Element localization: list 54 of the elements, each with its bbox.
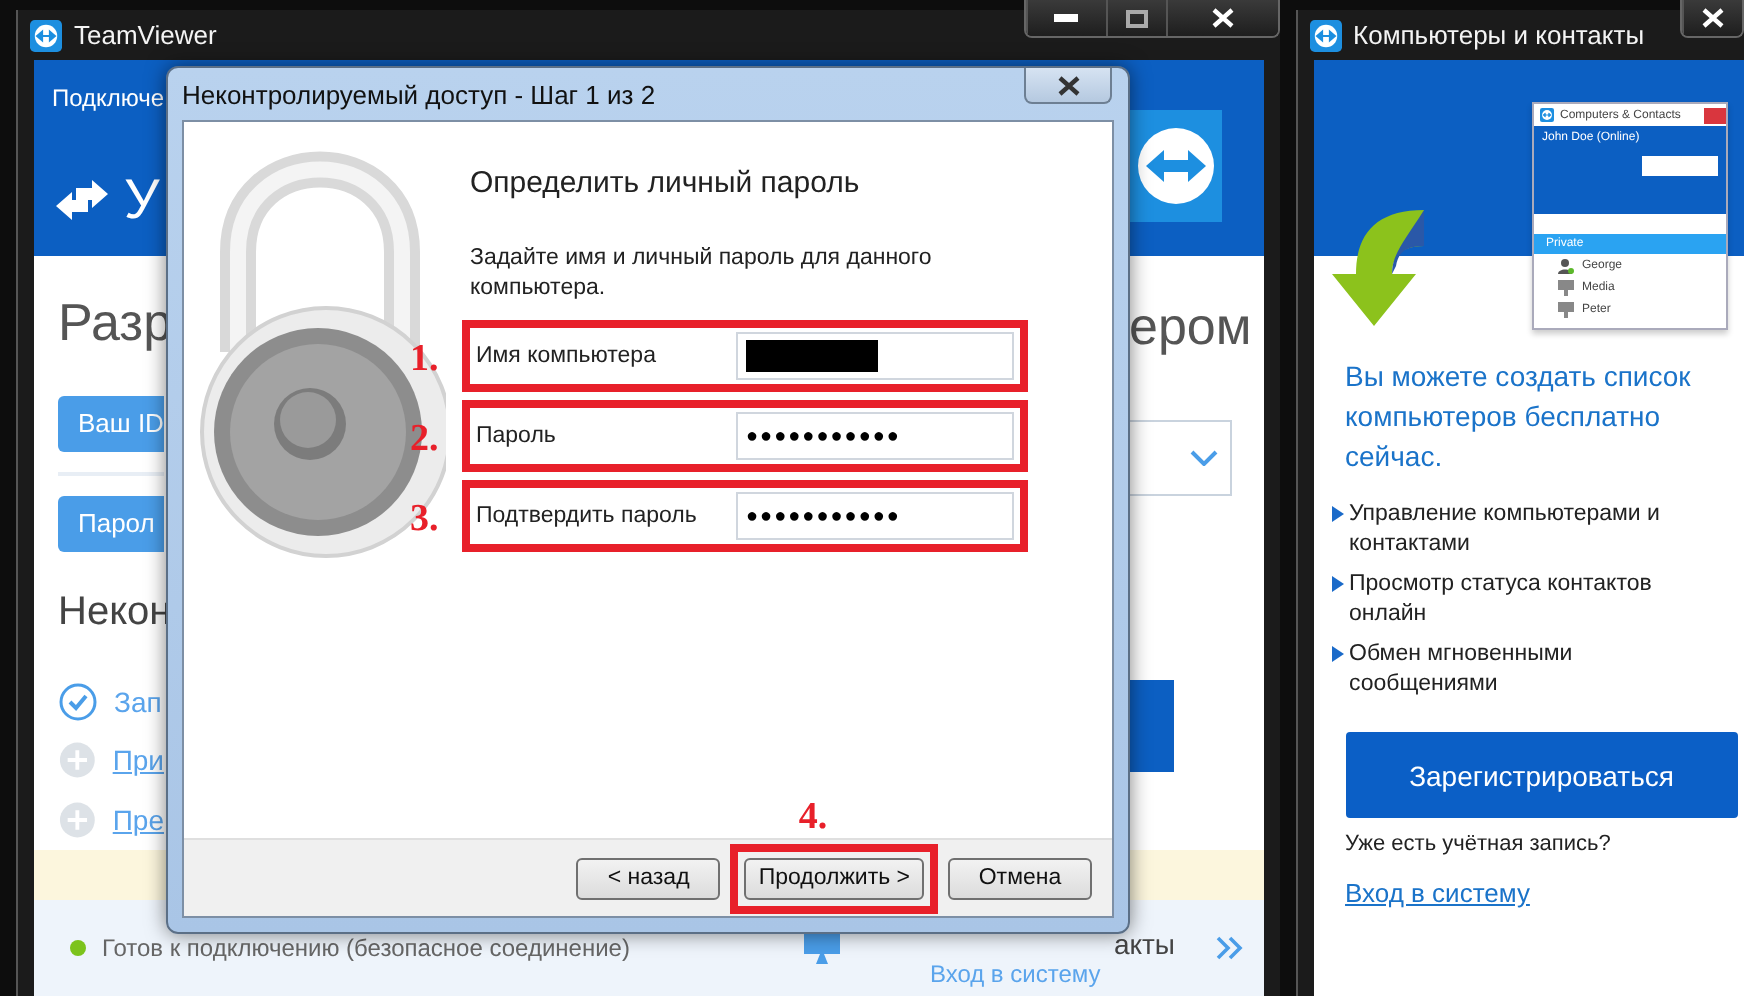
monitor-icon (1558, 301, 1574, 317)
window-title: TeamViewer (74, 20, 217, 50)
window-title: Компьютеры и контакты (1353, 20, 1645, 50)
field-label: Подтвердить пароль (476, 504, 699, 528)
swap-arrows-icon (52, 180, 112, 220)
dialog-title: Неконтролируемый доступ - Шаг 1 из 2 (182, 79, 656, 109)
account-question: Уже есть учётная запись? (1343, 830, 1613, 856)
step-number: 2. (410, 418, 441, 462)
app-logo-icon (30, 19, 62, 51)
login-link[interactable]: Вход в систему (1313, 856, 1562, 908)
dialog-button[interactable]: Продолжить > (744, 857, 924, 899)
close-icon (1057, 75, 1079, 95)
double-chevron-icon[interactable] (1215, 936, 1243, 960)
contacts-label: акты (1113, 928, 1175, 960)
monitor-icon (1558, 279, 1574, 295)
status-text: Готов к подключению (безопасное соединение) (102, 934, 630, 962)
preview-close-icon (1704, 107, 1726, 123)
app-logo-icon (1540, 108, 1554, 122)
chevron-down-icon (1189, 450, 1218, 466)
input-field[interactable] (736, 332, 1014, 380)
field-label: Пароль (476, 424, 558, 448)
feature-text: Управление компьютерами и контактами (1349, 500, 1662, 560)
close-icon (1211, 8, 1234, 28)
monitor-icon (801, 930, 842, 966)
header-tab[interactable]: Подключе (52, 84, 164, 112)
app-logo (1129, 110, 1222, 222)
app-logo-icon (1309, 19, 1342, 51)
minimize-icon (1054, 14, 1079, 22)
redaction-block (746, 340, 878, 372)
dialog-button[interactable]: Отмена (948, 857, 1092, 899)
close-icon (1702, 8, 1724, 28)
step-number: 1. (410, 338, 441, 382)
promo-text: Вы можете создать список компьютеров бесплатно сейчас. (1343, 358, 1693, 476)
step-number: 3. (410, 498, 441, 542)
dialog-heading: Определить личный пароль (470, 166, 862, 200)
dialog-description: Задайте имя и личный пароль для данного компьютера. (470, 244, 934, 304)
dialog-button[interactable]: < назад (576, 857, 721, 899)
register-button[interactable]: Зарегистрироваться (1345, 732, 1738, 818)
field-label: Имя компьютера (476, 344, 658, 368)
input-field[interactable]: ●●●●●●●●●●● (736, 492, 1014, 540)
close-button[interactable] (1165, 0, 1278, 36)
step-number: 4. (798, 795, 828, 839)
feature-text: Просмотр статуса контактов онлайн (1349, 570, 1654, 630)
close-button[interactable] (1024, 68, 1112, 104)
input-field[interactable]: ●●●●●●●●●●● (736, 412, 1014, 460)
section-heading: ером (1129, 296, 1254, 356)
maximize-button[interactable] (1105, 0, 1166, 36)
status-dot (70, 940, 86, 956)
minimize-button[interactable] (1025, 0, 1106, 36)
page-heading: У (124, 168, 160, 232)
maximize-icon (1125, 9, 1148, 27)
person-icon (1558, 257, 1574, 273)
feature-text: Обмен мгновенными сообщениями (1349, 640, 1575, 700)
close-button[interactable] (1682, 0, 1742, 36)
